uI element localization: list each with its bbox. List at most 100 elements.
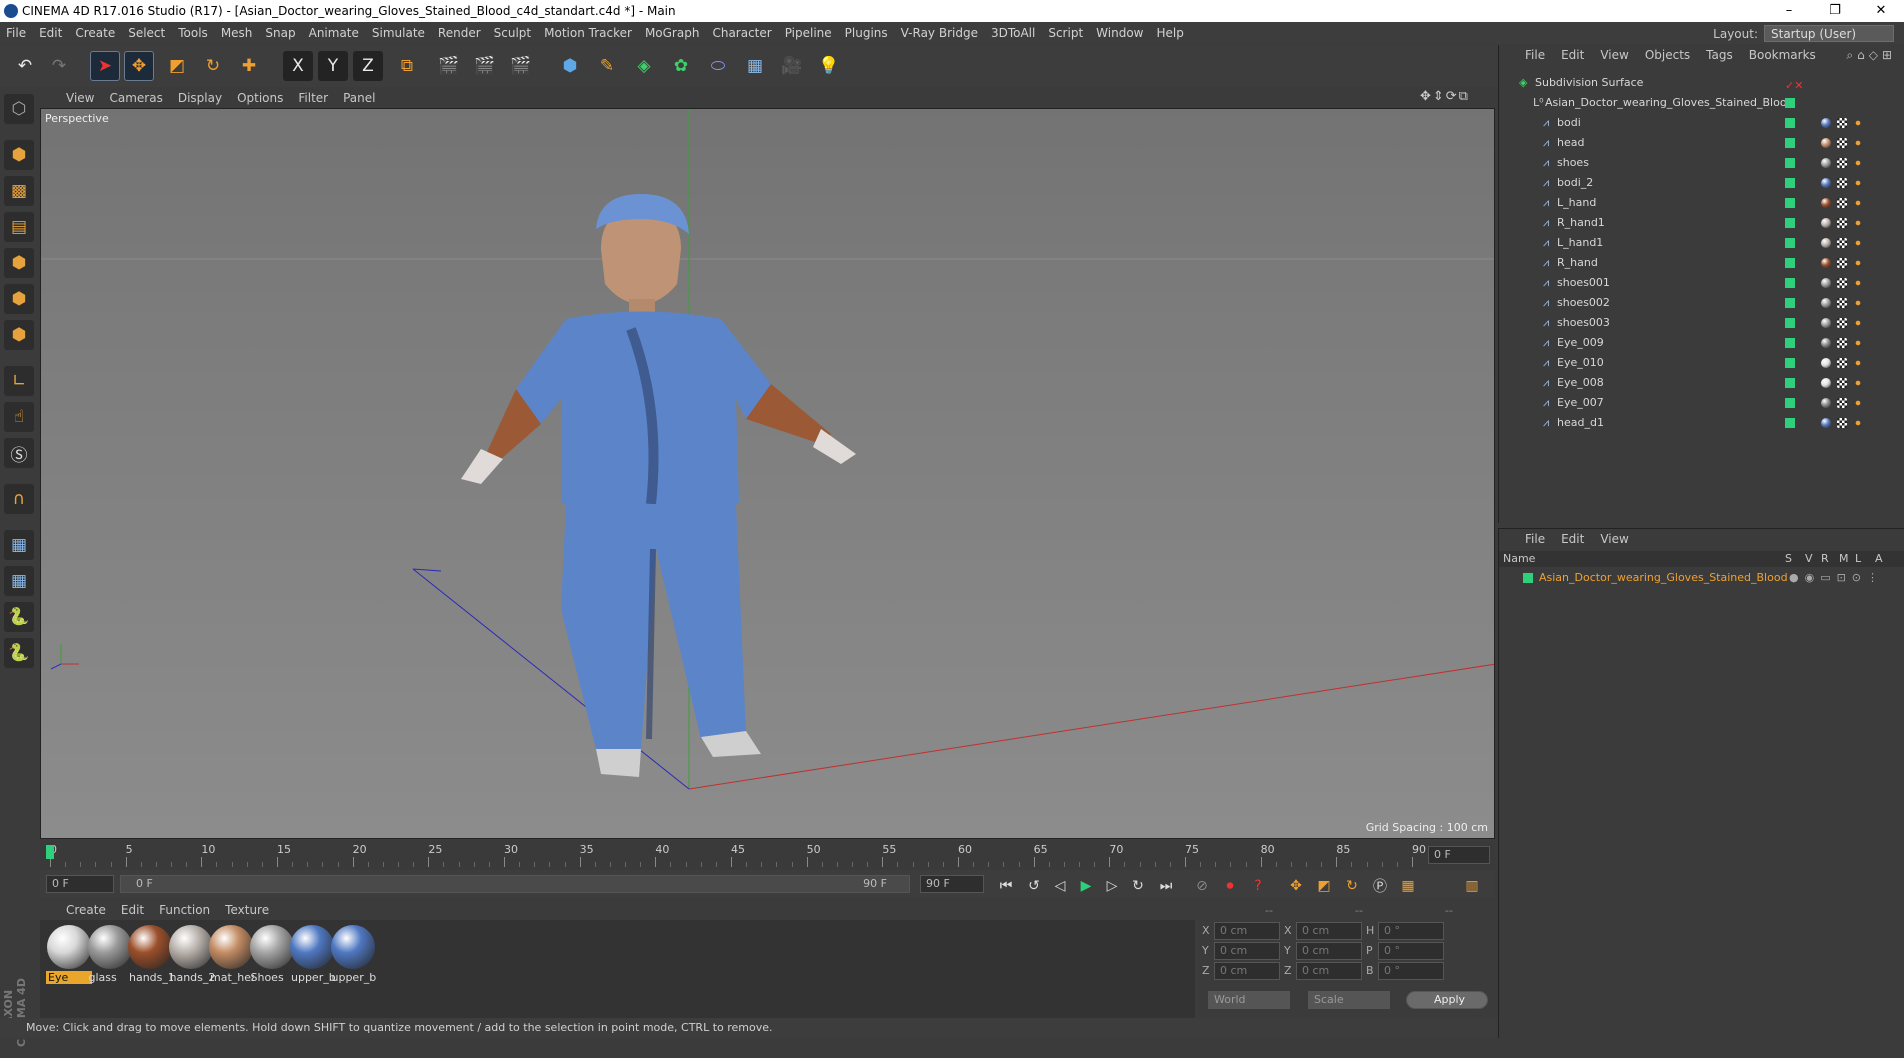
go-end-button[interactable]: ⏭ (1154, 875, 1178, 897)
add-deformer-button[interactable]: ⬭ (703, 51, 733, 81)
phong-tag-icon[interactable] (1853, 178, 1863, 188)
coord-value-field[interactable]: 0 cm (1214, 922, 1280, 940)
object-row[interactable]: ⩘ Eye_009 (1499, 333, 1904, 353)
menu-sculpt[interactable]: Sculpt (494, 26, 531, 40)
menu-tools[interactable]: Tools (178, 26, 208, 40)
scale-tool-button[interactable]: ◩ (162, 51, 192, 81)
coord-value-field[interactable]: 0 ° (1378, 962, 1444, 980)
uvw-tag-icon[interactable] (1837, 278, 1847, 288)
viewport-menu-options[interactable]: Options (237, 91, 283, 105)
add-array-button[interactable]: ✿ (666, 51, 696, 81)
material-tag-icon[interactable] (1821, 358, 1831, 368)
material-tag-icon[interactable] (1821, 378, 1831, 388)
material-tag-icon[interactable] (1821, 338, 1831, 348)
uvw-tag-icon[interactable] (1837, 198, 1847, 208)
menu-mograph[interactable]: MoGraph (645, 26, 700, 40)
visibility-dot[interactable] (1785, 358, 1795, 368)
undo-button[interactable]: ↶ (10, 51, 40, 81)
phong-tag-icon[interactable] (1853, 118, 1863, 128)
menu-script[interactable]: Script (1048, 26, 1083, 40)
apply-button[interactable]: Apply (1406, 991, 1488, 1009)
texture-mode-button[interactable]: ▩ (4, 176, 34, 206)
edges-mode-button[interactable]: ⬢ (4, 284, 34, 314)
material-tag-icon[interactable] (1821, 258, 1831, 268)
transform-tool-button[interactable]: ✚ (234, 51, 264, 81)
object-row[interactable]: ⩘ Eye_008 (1499, 373, 1904, 393)
phong-tag-icon[interactable] (1853, 378, 1863, 388)
uvw-tag-icon[interactable] (1837, 218, 1847, 228)
menu-render[interactable]: Render (438, 26, 481, 40)
object-row[interactable]: ⩘ head (1499, 133, 1904, 153)
make-editable-button[interactable]: ⬡ (4, 94, 34, 124)
key-position-button[interactable]: ✥ (1284, 875, 1308, 897)
key-pla-button[interactable]: ▦ (1396, 875, 1420, 897)
object-menu-view[interactable]: View (1600, 48, 1628, 62)
coord-value-field[interactable]: 0 cm (1214, 942, 1280, 960)
menu-snap[interactable]: Snap (265, 26, 295, 40)
material-swatch[interactable]: Shoes (249, 925, 295, 987)
viewport-menu-panel[interactable]: Panel (343, 91, 375, 105)
visibility-dot[interactable] (1785, 378, 1795, 388)
select-tool-button[interactable]: ➤ (90, 51, 120, 81)
phong-tag-icon[interactable] (1853, 278, 1863, 288)
autokey-button[interactable]: ? (1246, 875, 1270, 897)
menu-3dtoall[interactable]: 3DToAll (991, 26, 1035, 40)
viewport-perspective[interactable]: Perspective Grid Spacing : 100 cm (40, 108, 1495, 839)
object-row[interactable]: ⩘ shoes (1499, 153, 1904, 173)
next-key-button[interactable]: ↻ (1126, 875, 1150, 897)
uvw-tag-icon[interactable] (1837, 138, 1847, 148)
material-tag-icon[interactable] (1821, 218, 1831, 228)
timeline-ruler[interactable]: 051015202530354045505560657075808590 (40, 841, 1426, 870)
coord-value-field[interactable]: 0 cm (1296, 922, 1362, 940)
key-rotation-button[interactable]: ↻ (1340, 875, 1364, 897)
render-settings-button[interactable]: 🎬 (506, 51, 536, 81)
viewport-menu-display[interactable]: Display (178, 91, 222, 105)
prev-frame-button[interactable]: ◁ (1048, 875, 1072, 897)
phong-tag-icon[interactable] (1853, 198, 1863, 208)
visibility-dot[interactable] (1785, 298, 1795, 308)
motion-mode-button[interactable]: ▥ (1460, 875, 1484, 897)
material-tag-icon[interactable] (1821, 238, 1831, 248)
viewport-menu-filter[interactable]: Filter (298, 91, 328, 105)
material-menu-edit[interactable]: Edit (121, 903, 144, 917)
python-button[interactable]: 🐍 (4, 602, 34, 632)
object-menu-bookmarks[interactable]: Bookmarks (1749, 48, 1816, 62)
material-menu-function[interactable]: Function (159, 903, 210, 917)
workplane-rotate-button[interactable]: ▦ (4, 566, 34, 596)
material-tag-icon[interactable] (1821, 278, 1831, 288)
visibility-dot[interactable] (1785, 158, 1795, 168)
phong-tag-icon[interactable] (1853, 398, 1863, 408)
render-view-button[interactable]: 🎬 (434, 51, 464, 81)
object-row[interactable]: ⩘ bodi_2 (1499, 173, 1904, 193)
add-cube-button[interactable]: ⬢ (555, 51, 585, 81)
object-row[interactable]: ⩘ head_d1 (1499, 413, 1904, 433)
phong-tag-icon[interactable] (1853, 338, 1863, 348)
material-tag-icon[interactable] (1821, 418, 1831, 428)
phong-tag-icon[interactable] (1853, 258, 1863, 268)
material-swatch[interactable]: hands_1 (127, 925, 173, 987)
z-axis-button[interactable]: Z (353, 51, 383, 81)
go-start-button[interactable]: ⏮ (994, 875, 1018, 897)
current-frame-field[interactable]: 0 F (1428, 846, 1490, 864)
tweak-mode-button[interactable]: ☝ (4, 402, 34, 432)
coordinate-system-button[interactable]: ⧉ (392, 51, 422, 81)
uvw-tag-icon[interactable] (1837, 118, 1847, 128)
visibility-dot[interactable] (1785, 118, 1795, 128)
layer-flags-icon[interactable]: ●◉▭⊡⊙⋮ (1789, 569, 1884, 587)
object-row[interactable]: ⩘ shoes002 (1499, 293, 1904, 313)
restore-button[interactable]: ❐ (1812, 0, 1858, 22)
uvw-tag-icon[interactable] (1837, 258, 1847, 268)
add-nurbs-button[interactable]: ◈ (629, 51, 659, 81)
visibility-dot[interactable] (1785, 198, 1795, 208)
workplane-button[interactable]: ▤ (4, 212, 34, 242)
phong-tag-icon[interactable] (1853, 158, 1863, 168)
object-menu-file[interactable]: File (1525, 48, 1545, 62)
menu-motion-tracker[interactable]: Motion Tracker (544, 26, 632, 40)
visibility-dot[interactable] (1785, 258, 1795, 268)
axis-mode-button[interactable]: ∟ (4, 366, 34, 396)
add-spline-button[interactable]: ✎ (592, 51, 622, 81)
frame-range-slider[interactable]: 0 F 90 F (120, 875, 910, 893)
coord-value-field[interactable]: 0 ° (1378, 942, 1444, 960)
phong-tag-icon[interactable] (1853, 418, 1863, 428)
material-tag-icon[interactable] (1821, 318, 1831, 328)
